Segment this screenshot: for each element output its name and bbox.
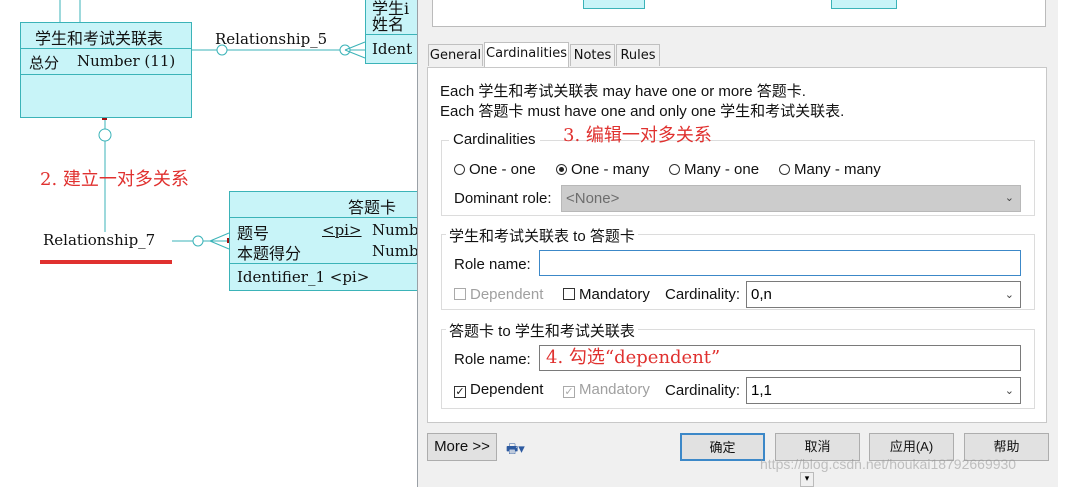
role2-group-label: 答题卡 to 学生和考试关联表: [446, 320, 638, 341]
entity-title: 学生和考试关联表: [35, 29, 164, 48]
role1-group-label: 学生和考试关联表 to 答题卡: [446, 225, 638, 246]
radio-circle-icon: [454, 164, 465, 175]
scroll-down-icon[interactable]: ▾: [800, 472, 814, 487]
radio-one-many-label: One - many: [571, 161, 650, 178]
role1-mandatory-checkbox[interactable]: Mandatory: [563, 286, 650, 303]
role1-cardinality-label: Cardinality:: [665, 286, 741, 303]
role2-dependent-label: Dependent: [470, 381, 544, 398]
attr2-name: 本题得分: [237, 244, 302, 263]
role2-cardinality-label: Cardinality:: [665, 382, 741, 399]
role1-role-name-input[interactable]: [539, 250, 1021, 276]
entity-student[interactable]: 学生i 姓名 Ident: [365, 0, 426, 64]
description-line-1: Each 学生和考试关联表 may have one or more 答题卡.: [440, 83, 806, 100]
entity-answer-card[interactable]: 答题卡 题号 <pi> Number 本题得分 Number Identifie…: [229, 191, 435, 291]
role1-cardinality-value: 0,n: [751, 286, 772, 303]
role2-mandatory-label: Mandatory: [579, 381, 650, 398]
tab-notes[interactable]: Notes: [570, 44, 615, 66]
radio-many-many-label: Many - many: [794, 161, 881, 178]
role1-mandatory-label: Mandatory: [579, 286, 650, 303]
checkbox-icon: [563, 288, 575, 300]
dominant-role-select[interactable]: <None> ⌄: [561, 185, 1021, 212]
preview-entity-right: [831, 0, 897, 9]
entity-student-line3: Ident: [372, 40, 413, 58]
dominant-role-value: <None>: [566, 190, 620, 207]
printer-icon[interactable]: 🖶▾: [506, 440, 525, 462]
attr-type: Number (11): [77, 52, 176, 70]
relationship-7-label[interactable]: Relationship_7: [43, 231, 155, 249]
identifier: Identifier_1 <pi>: [237, 268, 370, 286]
attr-name: 总分: [29, 54, 60, 72]
description-line-2: Each 答题卡 must have one and only one 学生和考…: [440, 103, 845, 120]
role1-cardinality-select[interactable]: 0,n ⌄: [746, 281, 1021, 308]
radio-many-many[interactable]: Many - many: [779, 161, 881, 178]
chevron-down-icon: ⌄: [1004, 289, 1014, 301]
radio-many-one-label: Many - one: [684, 161, 760, 178]
role1-dependent-checkbox[interactable]: Dependent: [454, 286, 543, 303]
radio-selected-icon: [556, 164, 567, 175]
tab-general[interactable]: General: [428, 44, 483, 66]
role2-role-name-label: Role name:: [454, 351, 531, 368]
entity-answer-title: 答题卡: [348, 198, 397, 217]
role2-dependent-checkbox[interactable]: ✓ Dependent: [454, 381, 543, 398]
preview-entity-left: [583, 0, 645, 9]
tab-rules[interactable]: Rules: [616, 44, 660, 66]
chevron-down-icon: ⌄: [1004, 192, 1014, 204]
checkmark-icon: ✓: [454, 386, 466, 398]
attr1-key: <pi>: [322, 221, 362, 239]
role1-role-name-label: Role name:: [454, 256, 531, 273]
radio-circle-icon: [669, 164, 680, 175]
entity-student-exam[interactable]: 学生和考试关联表 总分 Number (11): [20, 22, 192, 118]
annotation-check-dependent: 4. 勾选“dependent”: [546, 347, 721, 368]
annotation-create-one-to-many: 2. 建立一对多关系: [40, 169, 189, 190]
cardinalities-group-label: Cardinalities: [449, 131, 540, 148]
radio-one-one-label: One - one: [469, 161, 536, 178]
watermark: https://blog.csdn.net/houkai18792669930: [760, 456, 1017, 472]
relationship-5-label[interactable]: Relationship_5: [215, 30, 327, 48]
role2-cardinality-value: 1,1: [751, 382, 772, 399]
role2-cardinality-select[interactable]: 1,1 ⌄: [746, 377, 1021, 404]
tab-cardinalities[interactable]: Cardinalities: [484, 42, 569, 68]
checkmark-icon: ✓: [563, 386, 575, 398]
ok-button[interactable]: 确定: [680, 433, 765, 461]
dominant-role-label: Dominant role:: [454, 190, 552, 207]
radio-one-many[interactable]: One - many: [556, 161, 649, 178]
annotation-edit-one-to-many: 3. 编辑一对多关系: [563, 125, 712, 146]
checkbox-icon: [454, 288, 466, 300]
role1-dependent-label: Dependent: [470, 286, 544, 303]
radio-circle-icon: [779, 164, 790, 175]
entity-student-line2: 姓名: [372, 15, 405, 34]
role2-mandatory-checkbox[interactable]: ✓ Mandatory: [563, 381, 650, 398]
preview-area: [432, 0, 1046, 27]
radio-one-one[interactable]: One - one: [454, 161, 536, 178]
radio-many-one[interactable]: Many - one: [669, 161, 759, 178]
more-button[interactable]: More >>: [427, 433, 497, 461]
chevron-down-icon: ⌄: [1004, 385, 1014, 397]
